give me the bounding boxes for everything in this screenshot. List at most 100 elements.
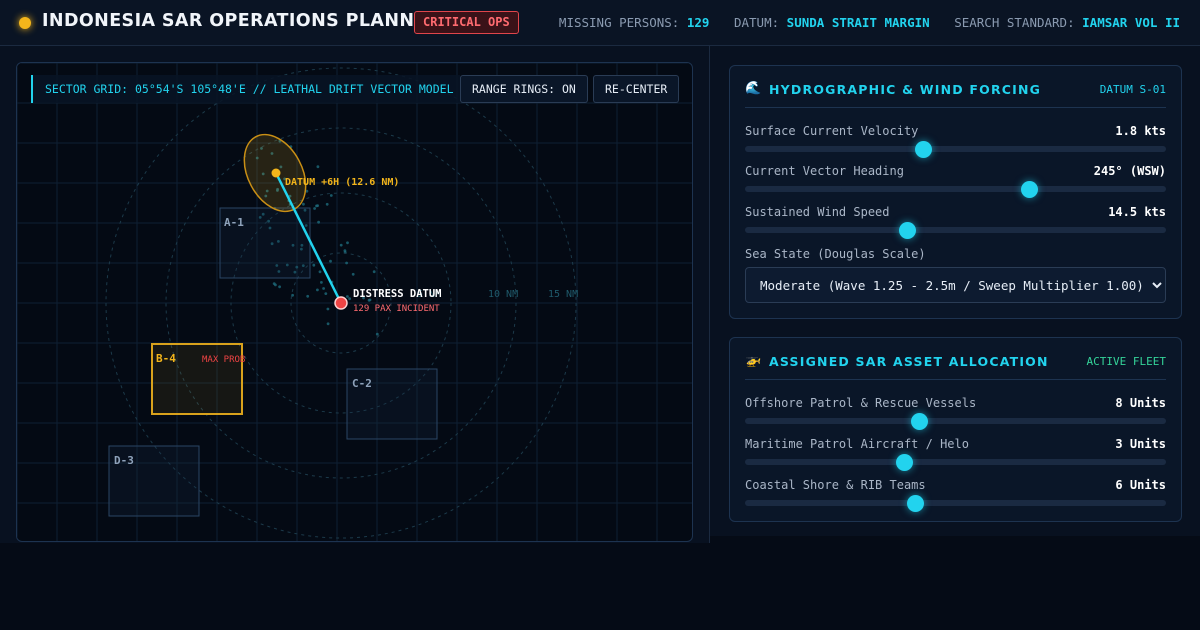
slider-thumb[interactable] xyxy=(1020,181,1038,198)
drift-particle xyxy=(322,287,325,290)
slider-thumb[interactable] xyxy=(915,141,933,158)
current-velocity-slider-row: Surface Current Velocity 1.8 kts xyxy=(745,124,1166,164)
card-title: HYDROGRAPHIC & WIND FORCING xyxy=(769,82,1042,97)
max-prob-tag: MAX PROB xyxy=(202,355,245,365)
status-indicator-icon xyxy=(19,17,31,29)
slider-label: Offshore Patrol & Rescue Vessels xyxy=(745,396,977,410)
sea-state-label: Sea State (Douglas Scale) xyxy=(745,247,926,261)
drift-particle xyxy=(302,202,305,206)
distress-datum-label: DISTRESS DATUM xyxy=(353,288,442,300)
card-header: 🌊 HYDROGRAPHIC & WIND FORCING DATUM S-01 xyxy=(745,66,1166,108)
stat-label: SEARCH STANDARD: xyxy=(954,15,1075,30)
datum-stat: DATUM: SUNDA STRAIT MARGIN xyxy=(734,15,930,30)
slider-track[interactable] xyxy=(745,413,1166,430)
wave-icon: 🌊 xyxy=(745,81,762,96)
ring-label-15nm: 15 NM xyxy=(548,289,578,300)
drift-particle xyxy=(329,194,333,197)
ring-label-10nm: 10 NM xyxy=(488,289,518,300)
drift-particle xyxy=(329,259,332,263)
drift-datum-label: DATUM +6H (12.6 NM) xyxy=(285,177,399,188)
slider-value: 14.5 kts xyxy=(1108,205,1166,219)
slider-thumb[interactable] xyxy=(907,495,924,512)
drift-particle xyxy=(317,220,320,224)
drift-particle xyxy=(313,207,316,210)
drift-particle xyxy=(326,307,330,311)
stat-value: SUNDA STRAIT MARGIN xyxy=(786,15,930,30)
drift-particle xyxy=(326,322,330,326)
drift-particle xyxy=(351,272,355,276)
wind-speed-slider-row: Sustained Wind Speed 14.5 kts xyxy=(745,205,1166,245)
card-tag: ACTIVE FLEET xyxy=(1086,355,1166,368)
drift-particle xyxy=(278,285,281,289)
slider-value: 245° (WSW) xyxy=(1093,164,1166,178)
drift-particle xyxy=(346,241,349,245)
drift-particle xyxy=(320,281,323,284)
recenter-button[interactable]: RE-CENTER xyxy=(593,75,680,103)
slider-track[interactable] xyxy=(745,454,1166,471)
drift-particle xyxy=(306,294,310,298)
sector-c2-label: C-2 xyxy=(352,377,372,390)
slider-label: Sustained Wind Speed xyxy=(745,205,890,219)
slider-thumb[interactable] xyxy=(911,413,929,430)
hydrographic-card: 🌊 HYDROGRAPHIC & WIND FORCING DATUM S-01… xyxy=(729,65,1182,319)
slider-thumb[interactable] xyxy=(896,454,914,471)
header-stats: MISSING PERSONS: 129 DATUM: SUNDA STRAIT… xyxy=(542,15,1180,30)
range-rings-toggle-button[interactable]: RANGE RINGS: ON xyxy=(460,75,588,103)
helicopter-icon: 🚁 xyxy=(745,353,762,368)
card-header: 🚁 ASSIGNED SAR ASSET ALLOCATION ACTIVE F… xyxy=(745,338,1166,380)
aircraft-slider-row: Maritime Patrol Aircraft / Helo 3 Units xyxy=(745,437,1166,477)
slider-value: 8 Units xyxy=(1115,396,1166,410)
search-standard-stat: SEARCH STANDARD: IAMSAR VOL II xyxy=(954,15,1180,30)
slider-track[interactable] xyxy=(745,495,1166,512)
shore-teams-slider-row: Coastal Shore & RIB Teams 6 Units xyxy=(745,478,1166,518)
distress-datum-sublabel: 129 PAX INCIDENT xyxy=(353,304,440,314)
slider-value: 3 Units xyxy=(1115,437,1166,451)
slider-thumb[interactable] xyxy=(898,222,916,239)
map-area: 5 NM 10 NM 15 NM A-1 B-4 MAX PROB C-2 D-… xyxy=(0,46,710,543)
drift-particle xyxy=(325,202,329,206)
stat-label: DATUM: xyxy=(733,15,780,30)
slider-label: Current Vector Heading xyxy=(745,164,904,178)
slider-track[interactable] xyxy=(745,141,1166,158)
search-sectors: A-1 B-4 MAX PROB C-2 D-3 xyxy=(108,207,438,517)
sea-state-select[interactable]: Moderate (Wave 1.25 - 2.5m / Sweep Multi… xyxy=(745,267,1166,303)
sector-a1-label: A-1 xyxy=(224,216,244,229)
current-heading-slider-row: Current Vector Heading 245° (WSW) xyxy=(745,164,1166,204)
distress-datum-marker[interactable] xyxy=(334,296,348,310)
stat-label: MISSING PERSONS: xyxy=(558,15,680,30)
slider-track[interactable] xyxy=(745,181,1166,198)
drift-particle xyxy=(324,292,328,295)
control-panel: 🌊 HYDROGRAPHIC & WIND FORCING DATUM S-01… xyxy=(710,46,1200,536)
drift-particle xyxy=(345,261,348,265)
asset-allocation-card: 🚁 ASSIGNED SAR ASSET ALLOCATION ACTIVE F… xyxy=(729,337,1182,522)
app-header: INDONESIA SAR OPERATIONS PLANNER CRITICA… xyxy=(0,0,1200,46)
slider-value: 6 Units xyxy=(1115,478,1166,492)
drift-particle xyxy=(272,282,276,285)
sector-d3-label: D-3 xyxy=(114,454,134,467)
drift-particle xyxy=(318,270,322,274)
slider-label: Coastal Shore & RIB Teams xyxy=(745,478,926,492)
card-tag: DATUM S-01 xyxy=(1099,83,1166,96)
drift-particle xyxy=(316,165,320,169)
critical-ops-badge: CRITICAL OPS xyxy=(414,11,519,34)
slider-value: 1.8 kts xyxy=(1115,124,1166,138)
drift-particle xyxy=(375,332,379,336)
card-title: ASSIGNED SAR ASSET ALLOCATION xyxy=(769,354,1049,369)
drift-particle xyxy=(316,204,319,208)
stat-value: 129 xyxy=(686,15,710,30)
sar-map[interactable]: 5 NM 10 NM 15 NM A-1 B-4 MAX PROB C-2 D-… xyxy=(16,62,693,542)
drift-particle xyxy=(346,295,349,298)
drift-particle xyxy=(316,288,319,292)
drift-particle xyxy=(312,263,316,267)
patrol-vessels-slider-row: Offshore Patrol & Rescue Vessels 8 Units xyxy=(745,396,1166,436)
missing-persons-stat: MISSING PERSONS: 129 xyxy=(559,15,710,30)
map-canvas[interactable]: 5 NM 10 NM 15 NM A-1 B-4 MAX PROB C-2 D-… xyxy=(17,63,693,542)
sector-b4-label: B-4 xyxy=(156,352,176,365)
drift-particle xyxy=(339,243,343,247)
drift-particle xyxy=(372,270,376,274)
slider-track[interactable] xyxy=(745,222,1166,239)
stat-value: IAMSAR VOL II xyxy=(1082,15,1180,30)
sector-grid-coordinates: SECTOR GRID: 05°54'S 105°48'E // LEATHAL… xyxy=(31,75,460,103)
drift-particle xyxy=(348,297,351,301)
drift-datum-marker[interactable] xyxy=(271,168,281,178)
